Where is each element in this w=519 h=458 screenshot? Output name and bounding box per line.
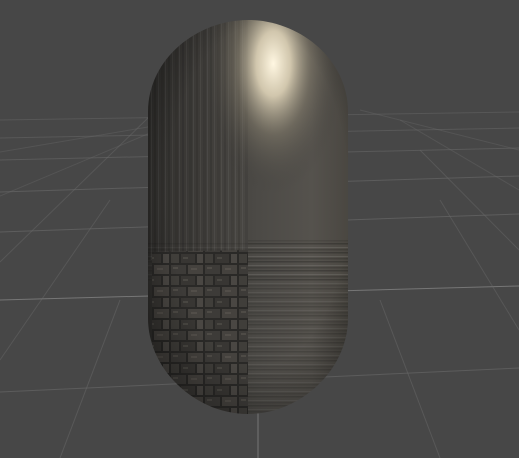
scene-viewport[interactable]: [0, 0, 519, 458]
capsule-object[interactable]: [140, 15, 355, 420]
scene-canvas: [0, 15, 519, 458]
